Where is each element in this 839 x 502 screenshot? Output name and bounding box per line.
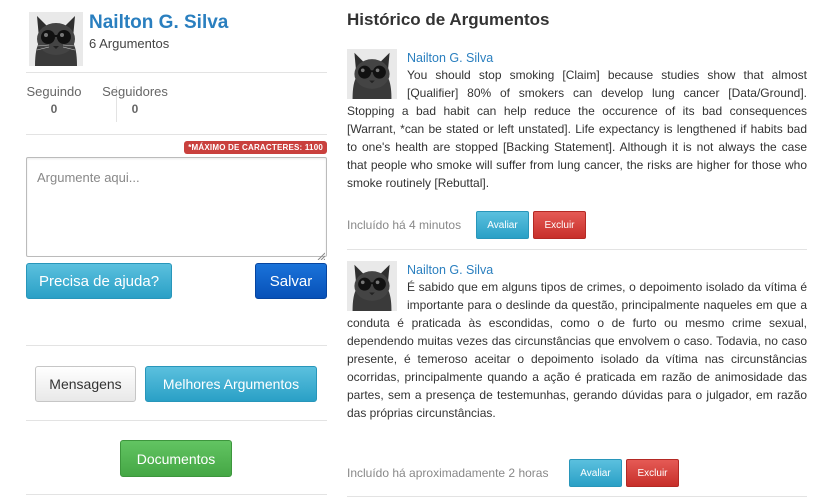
avatar[interactable]	[347, 261, 397, 311]
evaluate-button[interactable]: Avaliar	[476, 211, 529, 239]
followers-value: 0	[131, 102, 139, 116]
argument-input[interactable]	[26, 157, 327, 257]
argument-history: Histórico de Argumentos Nailton G. Silva…	[347, 0, 807, 502]
divider	[26, 420, 327, 421]
argument-timestamp: Incluído há 4 minutos	[347, 218, 462, 232]
divider	[26, 134, 327, 135]
followers-label: Seguidores	[102, 84, 168, 99]
argument-author[interactable]: Nailton G. Silva	[347, 262, 807, 278]
history-title: Histórico de Argumentos	[347, 10, 550, 29]
divider	[26, 345, 327, 346]
save-button[interactable]: Salvar	[255, 263, 327, 299]
profile-name[interactable]: Nailton G. Silva	[89, 12, 228, 34]
best-arguments-button[interactable]: Melhores Argumentos	[145, 366, 317, 402]
argument-count: 6 Argumentos	[89, 36, 170, 51]
argument-timestamp: Incluído há aproximadamente 2 horas	[347, 466, 549, 480]
divider	[347, 249, 807, 250]
following-value: 0	[50, 102, 58, 116]
profile-header: Nailton G. Silva 6 Argumentos	[26, 12, 327, 68]
delete-button[interactable]: Excluir	[626, 459, 679, 487]
messages-button[interactable]: Mensagens	[35, 366, 136, 402]
divider	[26, 494, 327, 495]
argument-text: É sabido que em alguns tipos de crimes, …	[347, 280, 807, 420]
following-label: Seguindo	[26, 84, 82, 99]
argument-text: You should stop smoking [Claim] because …	[347, 68, 807, 190]
argument-footer: Incluído há 4 minutos Avaliar Excluir	[347, 211, 807, 239]
resize-grip-icon[interactable]	[317, 247, 326, 261]
divider	[26, 72, 327, 73]
argument-item: Nailton G. Silva You should stop smoking…	[347, 48, 807, 239]
follow-stats: Seguindo 0 Seguidores 0	[26, 84, 327, 124]
argument-item: Nailton G. Silva É sabido que em alguns …	[347, 260, 807, 487]
profile-sidebar: Nailton G. Silva 6 Argumentos Seguindo 0…	[26, 0, 327, 502]
argument-footer: Incluído há aproximadamente 2 horas Aval…	[347, 459, 807, 487]
argument-author[interactable]: Nailton G. Silva	[347, 50, 807, 66]
delete-button[interactable]: Excluir	[533, 211, 586, 239]
documents-button[interactable]: Documentos	[120, 440, 232, 477]
followers-stat[interactable]: Seguidores 0	[100, 84, 170, 116]
avatar[interactable]	[347, 49, 397, 99]
max-characters-badge: *MÁXIMO DE CARACTERES: 1100	[184, 141, 327, 154]
help-button[interactable]: Precisa de ajuda?	[26, 263, 172, 299]
following-stat[interactable]: Seguindo 0	[19, 84, 89, 116]
avatar[interactable]	[29, 12, 83, 66]
evaluate-button[interactable]: Avaliar	[569, 459, 622, 487]
divider	[347, 496, 807, 497]
